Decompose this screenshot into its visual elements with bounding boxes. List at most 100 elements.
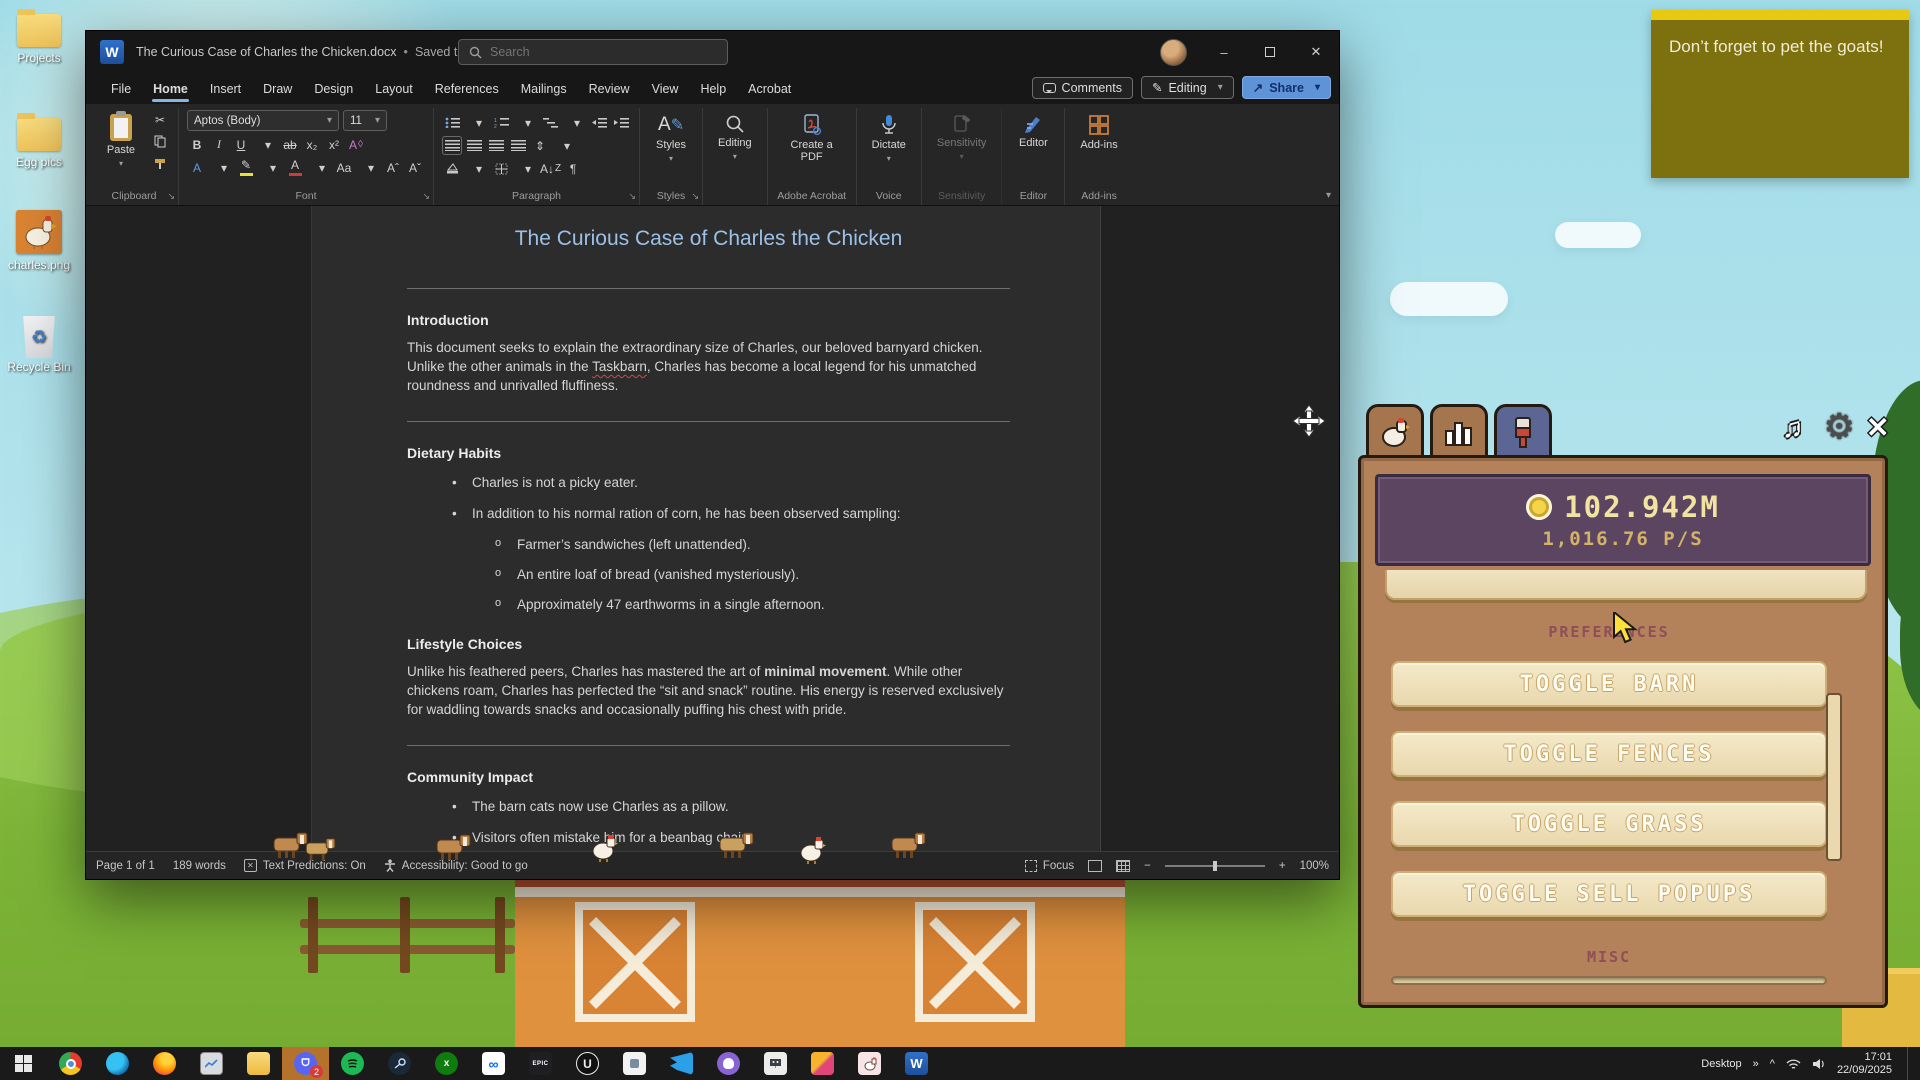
- tab-customize[interactable]: [1494, 404, 1552, 458]
- editing-mode-button[interactable]: ✎ Editing▾: [1141, 76, 1234, 99]
- zoom-slider-thumb[interactable]: [1213, 861, 1217, 871]
- network-icon[interactable]: [1786, 1058, 1801, 1070]
- desktop-toolbar-label[interactable]: Desktop: [1701, 1058, 1741, 1070]
- tab-insert[interactable]: Insert: [199, 76, 252, 102]
- tab-stats[interactable]: [1430, 404, 1488, 458]
- taskbar-meta[interactable]: ∞: [470, 1047, 517, 1080]
- line-spacing-button[interactable]: ⇕: [530, 136, 550, 155]
- zoom-level[interactable]: 100%: [1300, 860, 1329, 872]
- tab-file[interactable]: File: [100, 76, 142, 102]
- show-desktop-button[interactable]: [1907, 1047, 1912, 1080]
- desktop-icon-egg-pics[interactable]: Egg pics: [6, 118, 72, 169]
- account-avatar[interactable]: [1160, 39, 1187, 66]
- page-indicator[interactable]: Page 1 of 1: [96, 860, 155, 872]
- toggle-fences-button[interactable]: TOGGLE FENCES: [1391, 731, 1827, 777]
- toggle-grass-button[interactable]: TOGGLE GRASS: [1391, 801, 1827, 847]
- zoom-slider[interactable]: [1165, 865, 1265, 867]
- search-box[interactable]: [458, 39, 728, 65]
- line-spacing-dropdown[interactable]: ▾: [557, 136, 577, 155]
- decrease-indent-button[interactable]: [589, 113, 609, 132]
- volume-icon[interactable]: [1812, 1058, 1826, 1070]
- superscript-button[interactable]: x²: [324, 135, 344, 154]
- dialog-launcher-icon[interactable]: ↘: [628, 191, 636, 202]
- read-mode-icon[interactable]: [1088, 860, 1102, 872]
- document-page[interactable]: The Curious Case of Charles the Chicken …: [311, 206, 1101, 851]
- change-case-dropdown[interactable]: ▾: [361, 158, 381, 177]
- format-painter-button[interactable]: [150, 154, 170, 173]
- styles-button[interactable]: A✎ Styles▾: [648, 110, 694, 167]
- move-handle-icon[interactable]: [1292, 404, 1326, 438]
- search-input[interactable]: [490, 45, 690, 59]
- underline-button[interactable]: U: [231, 135, 251, 154]
- zoom-in-button[interactable]: +: [1279, 860, 1286, 872]
- toggle-sell-popups-button[interactable]: TOGGLE SELL POPUPS: [1391, 871, 1827, 917]
- font-size-select[interactable]: 11▾: [343, 110, 387, 131]
- align-right-button[interactable]: [486, 136, 506, 155]
- word-titlebar[interactable]: W The Curious Case of Charles the Chicke…: [86, 31, 1339, 73]
- numbered-list-button[interactable]: 12: [491, 113, 511, 132]
- comments-button[interactable]: Comments: [1032, 77, 1133, 99]
- font-name-select[interactable]: Aptos (Body)▾: [187, 110, 339, 131]
- create-pdf-button[interactable]: Create a PDF: [776, 110, 848, 167]
- underline-dropdown[interactable]: ▾: [258, 135, 278, 154]
- grow-font-button[interactable]: Aˆ: [383, 158, 403, 177]
- numbered-list-dropdown[interactable]: ▾: [518, 113, 538, 132]
- taskbar-steam[interactable]: [376, 1047, 423, 1080]
- close-button[interactable]: ✕: [1293, 31, 1339, 73]
- sticky-note-header[interactable]: [1651, 10, 1909, 20]
- tab-layout[interactable]: Layout: [364, 76, 424, 102]
- tab-draw[interactable]: Draw: [252, 76, 303, 102]
- tab-help[interactable]: Help: [689, 76, 737, 102]
- minimize-button[interactable]: –: [1201, 31, 1247, 73]
- desktop-icon-charles-png[interactable]: charles.png: [6, 210, 72, 272]
- taskbar-github-desktop[interactable]: [705, 1047, 752, 1080]
- tab-home[interactable]: Home: [142, 76, 199, 102]
- borders-dropdown[interactable]: ▾: [518, 159, 538, 178]
- taskbar-word[interactable]: W: [893, 1047, 940, 1080]
- bullet-list-button[interactable]: [442, 113, 462, 132]
- clipped-button-bottom[interactable]: [1391, 976, 1827, 985]
- start-button[interactable]: [0, 1047, 47, 1080]
- tab-references[interactable]: References: [424, 76, 510, 102]
- strikethrough-button[interactable]: ab: [280, 135, 300, 154]
- tab-chickens[interactable]: [1366, 404, 1424, 458]
- desktop-icon-projects[interactable]: Projects: [6, 14, 72, 65]
- print-layout-icon[interactable]: [1116, 860, 1130, 872]
- taskbar-chicken-game[interactable]: [846, 1047, 893, 1080]
- close-panel-icon[interactable]: ✕: [1866, 414, 1889, 442]
- tab-acrobat[interactable]: Acrobat: [737, 76, 802, 102]
- taskbar-vscode[interactable]: [658, 1047, 705, 1080]
- music-toggle-icon[interactable]: ♫: [1782, 414, 1803, 442]
- shading-button[interactable]: [442, 159, 462, 178]
- desktop-icon-recycle-bin[interactable]: ♻ Recycle Bin: [6, 316, 72, 374]
- editing-button[interactable]: Editing▾: [711, 110, 759, 165]
- font-color-button[interactable]: A: [285, 158, 305, 177]
- tab-view[interactable]: View: [641, 76, 690, 102]
- multilevel-list-dropdown[interactable]: ▾: [567, 113, 587, 132]
- sticky-note[interactable]: Don’t forget to pet the goats!: [1651, 10, 1909, 178]
- text-effects-button[interactable]: A: [187, 158, 207, 177]
- taskbar-chrome[interactable]: [47, 1047, 94, 1080]
- align-left-button[interactable]: [442, 136, 462, 155]
- change-case-button[interactable]: Aa: [334, 158, 354, 177]
- highlight-button[interactable]: ✎: [236, 158, 256, 177]
- editor-button[interactable]: Editor: [1010, 110, 1056, 153]
- pilcrow-button[interactable]: ¶: [563, 159, 583, 178]
- taskbar-xbox[interactable]: x: [423, 1047, 470, 1080]
- taskbar-epic-games[interactable]: EPIC: [517, 1047, 564, 1080]
- subscript-button[interactable]: x₂: [302, 135, 322, 154]
- shrink-font-button[interactable]: Aˇ: [405, 158, 425, 177]
- zoom-out-button[interactable]: −: [1144, 860, 1151, 872]
- taskbar-white-app[interactable]: [611, 1047, 658, 1080]
- increase-indent-button[interactable]: [611, 113, 631, 132]
- panel-scrollbar-thumb[interactable]: [1826, 693, 1842, 861]
- tab-review[interactable]: Review: [578, 76, 641, 102]
- taskbar-clock[interactable]: 17:01 22/09/2025: [1837, 1051, 1892, 1077]
- focus-button[interactable]: Focus: [1025, 860, 1074, 872]
- collapse-ribbon-icon[interactable]: ▾: [1326, 190, 1331, 201]
- taskbar-task-manager[interactable]: [188, 1047, 235, 1080]
- tab-mailings[interactable]: Mailings: [510, 76, 578, 102]
- justify-button[interactable]: [508, 136, 528, 155]
- cut-button[interactable]: ✂: [150, 110, 170, 129]
- shading-dropdown[interactable]: ▾: [469, 159, 489, 178]
